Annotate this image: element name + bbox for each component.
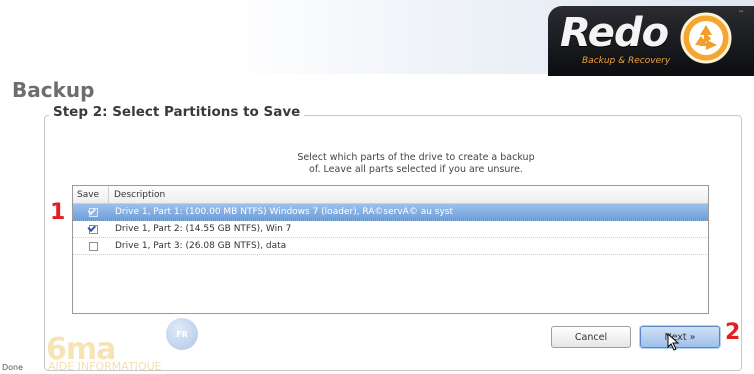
save-checkbox[interactable] [88,207,98,217]
logo-wordmark: Redo [560,10,669,56]
annotation-marker-2: 2 [725,320,741,345]
page-title: Backup [12,78,95,102]
cancel-button[interactable]: Cancel [551,326,631,348]
column-header-description[interactable]: Description [109,190,165,200]
redo-logo: Redo Backup & Recovery ™ [548,6,754,76]
mouse-pointer-icon [667,333,680,351]
partition-description: Drive 1, Part 1: (100.00 MB NTFS) Window… [115,207,454,217]
partition-description: Drive 1, Part 3: (26.08 GB NTFS), data [115,241,287,251]
save-checkbox[interactable] [88,224,98,234]
table-row[interactable]: Drive 1, Part 3: (26.08 GB NTFS), data [73,238,708,255]
table-header: Save Description [73,186,708,204]
column-header-save[interactable]: Save [73,186,109,203]
save-checkbox[interactable] [88,241,98,251]
watermark-subtitle: AIDE INFORMATIQUE [48,360,162,373]
table-row[interactable]: Drive 1, Part 1: (100.00 MB NTFS) Window… [73,204,708,221]
partition-description: Drive 1, Part 2: (14.55 GB NTFS), Win 7 [115,224,292,234]
instructions-line-2: of. Leave all parts selected if you are … [309,164,523,175]
step-title: Step 2: Select Partitions to Save [49,104,305,120]
status-text: Done [2,363,24,372]
trademark-symbol: ™ [738,10,744,17]
annotation-marker-1: 1 [50,200,66,225]
table-row[interactable]: Drive 1, Part 2: (14.55 GB NTFS), Win 7 [73,221,708,238]
instructions-line-1: Select which parts of the drive to creat… [297,152,535,163]
partition-table: Save Description Drive 1, Part 1: (100.0… [72,185,709,314]
instructions-text: Select which parts of the drive to creat… [44,152,742,176]
watermark-badge: FR [166,318,198,350]
logo-tagline: Backup & Recovery [582,56,671,66]
site-watermark: 6ma FR AIDE INFORMATIQUE [44,318,244,374]
recycle-emblem-icon [680,12,732,64]
